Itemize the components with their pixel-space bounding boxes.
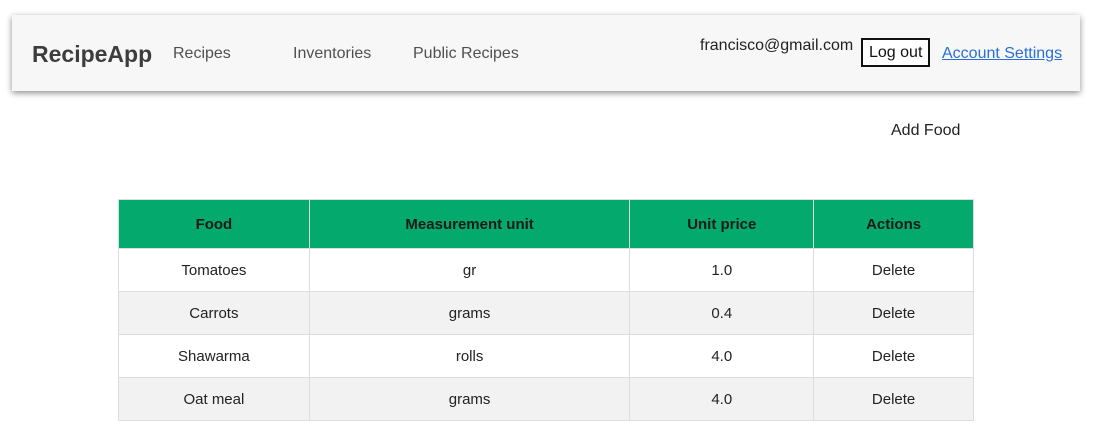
cell-food: Tomatoes bbox=[118, 248, 310, 292]
table-row: Tomatoes gr 1.0 Delete bbox=[118, 248, 974, 292]
cell-food: Oat meal bbox=[118, 377, 310, 421]
nav-link-inventories[interactable]: Inventories bbox=[293, 45, 371, 63]
table-row: Carrots grams 0.4 Delete bbox=[118, 291, 974, 335]
nav-link-public-recipes[interactable]: Public Recipes bbox=[413, 45, 519, 63]
logout-button[interactable]: Log out bbox=[861, 38, 931, 67]
cell-food: Carrots bbox=[118, 291, 310, 335]
user-email: francisco@gmail.com bbox=[700, 37, 854, 54]
cell-unit: grams bbox=[308, 291, 631, 335]
delete-button[interactable]: Delete bbox=[813, 248, 974, 292]
nav-link-recipes[interactable]: Recipes bbox=[173, 45, 231, 63]
table-header-row: Food Measurement unit Unit price Actions bbox=[118, 199, 974, 249]
cell-price: 4.0 bbox=[629, 334, 815, 378]
cell-unit: grams bbox=[308, 377, 631, 421]
account-settings-link[interactable]: Account Settings bbox=[942, 45, 1062, 63]
table-row: Oat meal grams 4.0 Delete bbox=[118, 377, 974, 421]
delete-button[interactable]: Delete bbox=[813, 334, 974, 378]
cell-price: 4.0 bbox=[629, 377, 815, 421]
cell-price: 1.0 bbox=[629, 248, 815, 292]
header-measurement-unit: Measurement unit bbox=[308, 199, 631, 249]
brand-logo[interactable]: RecipeApp bbox=[32, 41, 152, 68]
cell-price: 0.4 bbox=[629, 291, 815, 335]
header-food: Food bbox=[118, 199, 310, 249]
cell-food: Shawarma bbox=[118, 334, 310, 378]
table-row: Shawarma rolls 4.0 Delete bbox=[118, 334, 974, 378]
delete-button[interactable]: Delete bbox=[813, 377, 974, 421]
add-food-link[interactable]: Add Food bbox=[891, 122, 960, 140]
page: RecipeApp Recipes Inventories Public Rec… bbox=[0, 0, 1095, 428]
header-unit-price: Unit price bbox=[629, 199, 815, 249]
food-table: Food Measurement unit Unit price Actions… bbox=[118, 199, 974, 421]
cell-unit: rolls bbox=[308, 334, 631, 378]
delete-button[interactable]: Delete bbox=[813, 291, 974, 335]
header-actions: Actions bbox=[813, 199, 974, 249]
cell-unit: gr bbox=[308, 248, 631, 292]
navbar: RecipeApp Recipes Inventories Public Rec… bbox=[12, 15, 1080, 91]
